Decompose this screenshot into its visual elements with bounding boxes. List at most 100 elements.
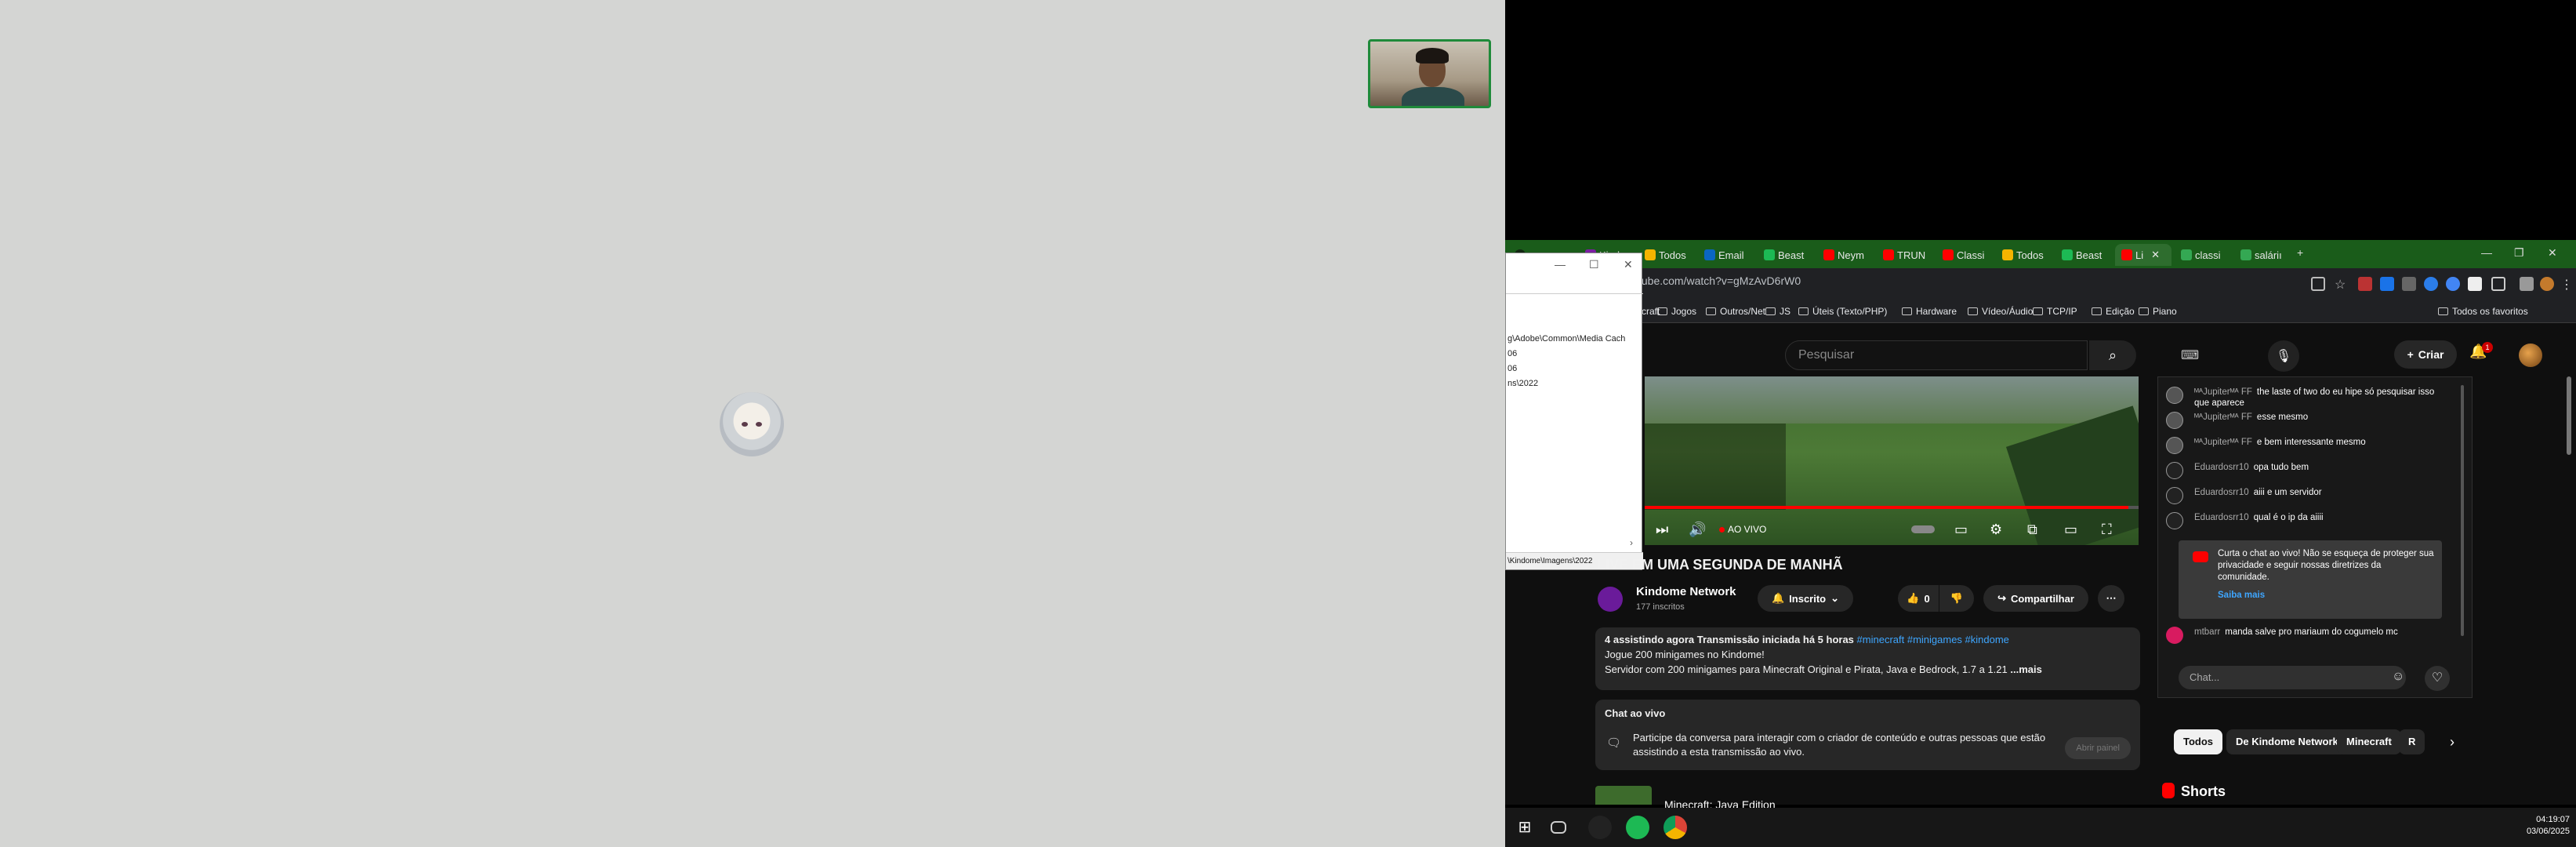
tab-11[interactable]: saláriı	[2234, 244, 2291, 266]
new-tab-icon[interactable]: +	[2297, 246, 2303, 259]
obs-icon[interactable]	[1588, 816, 1612, 839]
show-more-button[interactable]: ...mais	[2010, 663, 2041, 675]
bookmark-folder[interactable]: Vídeo/Áudio	[1968, 306, 2033, 317]
search-input[interactable]: Pesquisar	[1785, 340, 2088, 370]
tab-7[interactable]: Todos	[1996, 244, 2052, 266]
avatar[interactable]	[2166, 437, 2183, 454]
chat-input[interactable]: Chat...	[2179, 666, 2406, 689]
share-button[interactable]: ↪ Compartilhar	[1983, 585, 2088, 612]
address-bar[interactable]: tube.com/watch?v=gMzAvD6rW0	[1638, 274, 1801, 287]
chat-author[interactable]: ᴹᴬJupiterᴹᴬ FF	[2194, 387, 2252, 397]
theater-icon[interactable]: ▭	[2064, 522, 2077, 538]
heart-icon[interactable]: ♡	[2425, 666, 2450, 691]
bookmark-folder[interactable]: TCP/IP	[2033, 306, 2077, 317]
voice-search-button[interactable]: 🎙	[2268, 340, 2299, 372]
extension-icon[interactable]	[2380, 277, 2394, 291]
extension-icon[interactable]	[2402, 277, 2416, 291]
avatar[interactable]	[2166, 512, 2183, 529]
page-scrollbar[interactable]	[2567, 376, 2571, 455]
bookmark-folder[interactable]: JS	[1765, 306, 1791, 317]
explorer-path-line[interactable]: ns\2022	[1508, 379, 1538, 388]
extension-icon[interactable]	[2358, 277, 2372, 291]
filter-chip[interactable]: De Kindome Network	[2226, 729, 2348, 754]
avatar[interactable]	[2166, 627, 2183, 644]
media-icon[interactable]	[2520, 277, 2534, 291]
bookmark-folder[interactable]: Edição	[2092, 306, 2135, 317]
puzzle-icon[interactable]	[2491, 277, 2505, 291]
windows-start-icon[interactable]: ⊞	[1513, 816, 1537, 839]
star-icon[interactable]: ☆	[2335, 277, 2349, 292]
description-box[interactable]: 4 assistindo agora Transmissão iniciada …	[1595, 627, 2140, 690]
subtitles-icon[interactable]: ▭	[1954, 522, 1968, 538]
volume-icon[interactable]: 🔊	[1689, 522, 1706, 538]
profile-icon[interactable]	[2540, 277, 2554, 291]
tab-8[interactable]: Beast	[2055, 244, 2112, 266]
open-panel-button[interactable]: Abrir painel	[2065, 737, 2131, 759]
avatar[interactable]	[2166, 387, 2183, 404]
close-icon[interactable]: ✕	[2548, 246, 2557, 260]
minimize-icon[interactable]: —	[2481, 246, 2492, 259]
settings-icon[interactable]: ⚙	[1990, 522, 2002, 538]
progress-bar[interactable]	[1645, 506, 2139, 509]
explorer-path-line[interactable]: 06	[1508, 364, 1517, 373]
close-tab-icon[interactable]: ✕	[2151, 249, 2160, 261]
spotify-icon[interactable]	[1626, 816, 1649, 839]
tab-9[interactable]: Li ✕	[2115, 244, 2171, 266]
scroll-arrow-icon[interactable]: ›	[1630, 537, 1633, 548]
bookmark-folder[interactable]: Piano	[2139, 306, 2177, 317]
dislike-button[interactable]: 👎	[1939, 585, 1974, 612]
filter-chip[interactable]: Minecraft	[2337, 729, 2401, 754]
bookmark-folder[interactable]: Úteis (Texto/PHP)	[1798, 306, 1887, 317]
tab-10[interactable]: classi	[2175, 244, 2231, 266]
channel-name[interactable]: Kindome Network	[1636, 585, 1736, 598]
explorer-path-line[interactable]: g\Adobe\Common\Media Cach	[1508, 334, 1625, 344]
description-tags[interactable]: #minecraft #minigames #kindome	[1857, 634, 2009, 645]
close-icon[interactable]: ✕	[1624, 258, 1633, 271]
maximize-icon[interactable]: ❐	[2514, 246, 2524, 260]
miniplayer-icon[interactable]: ⧉	[2027, 522, 2037, 538]
explorer-path-line[interactable]: 06	[1508, 349, 1517, 358]
chat-scrollbar[interactable]	[2461, 385, 2464, 636]
tab-5[interactable]: TRUN	[1877, 244, 1933, 266]
tab-3[interactable]: Beast	[1758, 244, 1814, 266]
autoplay-toggle[interactable]	[1911, 525, 1935, 533]
chevron-right-icon[interactable]: ›	[2450, 734, 2454, 751]
clock[interactable]: 04:19:07 03/06/2025	[2527, 814, 2570, 838]
fullscreen-icon[interactable]: ⛶	[2102, 522, 2112, 538]
keyboard-icon[interactable]: ⌨	[2181, 347, 2199, 363]
more-actions-button[interactable]: ⋯	[2098, 585, 2124, 612]
next-icon[interactable]: ⏭	[1656, 522, 1668, 538]
video-player[interactable]: ⏭ 🔊 AO VIVO ▭ ⚙ ⧉ ▭ ⛶	[1645, 376, 2139, 545]
live-indicator[interactable]: AO VIVO	[1719, 524, 1766, 535]
all-bookmarks[interactable]: Todos os favoritos	[2438, 306, 2528, 317]
chat-author[interactable]: Eduardosrr10	[2194, 463, 2249, 472]
bookmark-folder[interactable]: Outros/Net	[1706, 306, 1765, 317]
extension-icon[interactable]	[2468, 277, 2482, 291]
learn-more-link[interactable]: Saiba mais	[2218, 590, 2434, 602]
create-button[interactable]: + Criar	[2394, 340, 2457, 369]
like-button[interactable]: 👍 0	[1898, 585, 1939, 612]
tab-1[interactable]: Todos	[1638, 244, 1695, 266]
extension-icon[interactable]	[2424, 277, 2438, 291]
bookmark-folder[interactable]: Jogos	[1657, 306, 1696, 317]
recommended-thumbnail[interactable]	[1595, 786, 1652, 805]
chat-author[interactable]: Eduardosrr10	[2194, 513, 2249, 522]
tab-2[interactable]: Email	[1698, 244, 1754, 266]
avatar[interactable]	[2166, 462, 2183, 479]
chat-author[interactable]: ᴹᴬJupiterᴹᴬ FF	[2194, 438, 2252, 447]
tab-4[interactable]: Neym	[1817, 244, 1874, 266]
bookmark-folder[interactable]: Hardware	[1902, 306, 1957, 317]
minimize-icon[interactable]: —	[1555, 258, 1566, 271]
menu-icon[interactable]: ⋮	[2560, 277, 2574, 292]
task-view-icon[interactable]	[1551, 821, 1566, 834]
chat-author[interactable]: Eduardosrr10	[2194, 488, 2249, 497]
subscribe-button[interactable]: 🔔 Inscrito ⌄	[1758, 585, 1853, 612]
chrome-icon[interactable]	[1664, 816, 1687, 839]
tab-6[interactable]: Classi	[1936, 244, 1993, 266]
filter-chip[interactable]: R	[2399, 729, 2425, 754]
search-button[interactable]: ⌕	[2089, 340, 2136, 370]
filter-chip[interactable]: Todos	[2174, 729, 2223, 754]
chat-author[interactable]: ᴹᴬJupiterᴹᴬ FF	[2194, 413, 2252, 422]
avatar[interactable]	[2519, 344, 2542, 367]
emoji-icon[interactable]: ☺	[2392, 670, 2404, 684]
